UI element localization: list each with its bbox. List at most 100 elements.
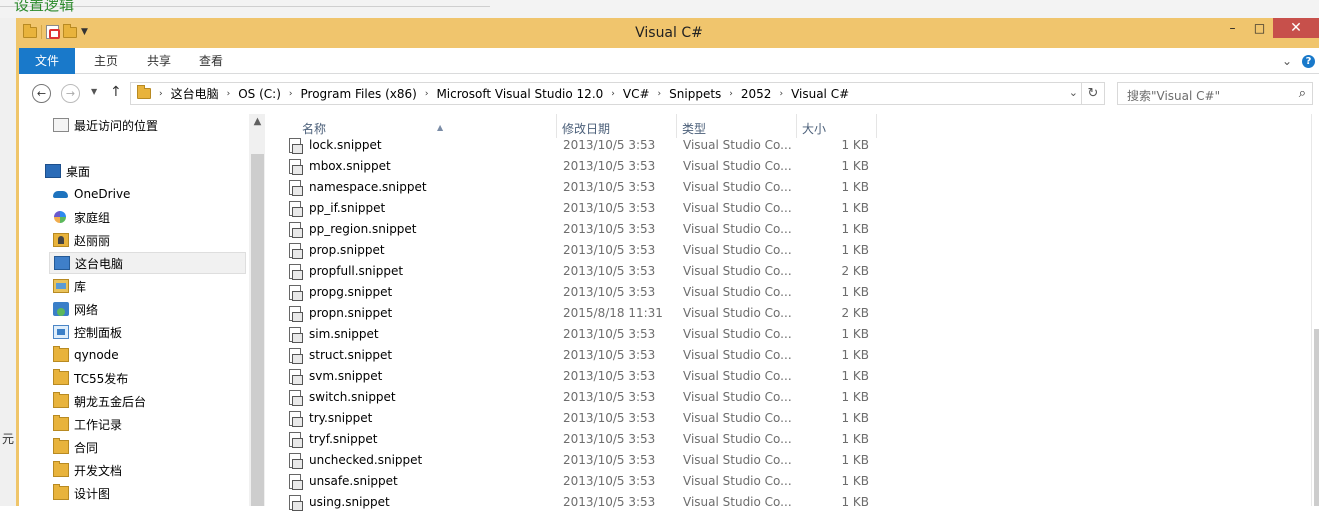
back-button[interactable]: ← bbox=[32, 84, 51, 103]
breadcrumb-separator-icon[interactable]: › bbox=[421, 89, 433, 99]
file-row[interactable]: svm.snippet 2013/10/5 3:53 Visual Studio C… bbox=[265, 366, 1311, 387]
nav-item-dev-docs[interactable]: 开发文档 bbox=[19, 459, 245, 481]
file-row[interactable]: propn.snippet 2015/8/18 11:31 Visual Studi… bbox=[265, 303, 1311, 324]
refresh-icon[interactable]: ↻ bbox=[1081, 83, 1104, 104]
nav-item-chaolong[interactable]: 朝龙五金后台 bbox=[19, 390, 245, 412]
nav-item-control-panel[interactable]: 控制面板 bbox=[19, 321, 245, 343]
nav-item-contracts[interactable]: 合同 bbox=[19, 436, 245, 458]
search-icon[interactable]: ⌕ bbox=[1299, 86, 1306, 101]
close-button[interactable]: ✕ bbox=[1273, 18, 1319, 38]
file-name[interactable]: propg.snippet bbox=[287, 282, 537, 303]
nav-item-homegroup[interactable]: 家庭组 bbox=[19, 206, 245, 228]
tab-file[interactable]: 文件 bbox=[19, 48, 75, 74]
file-name[interactable]: propfull.snippet bbox=[287, 261, 537, 282]
search-input[interactable]: 搜索"Visual C#" ⌕ bbox=[1117, 82, 1313, 105]
breadcrumb-program-files[interactable]: Program Files (x86) bbox=[297, 87, 421, 101]
file-row[interactable]: tryf.snippet 2013/10/5 3:53 Visual Studio … bbox=[265, 429, 1311, 450]
file-size: 1 KB bbox=[841, 180, 869, 194]
file-row[interactable]: struct.snippet 2013/10/5 3:53 Visual Studi… bbox=[265, 345, 1311, 366]
address-dropdown-chevron-icon[interactable]: ⌄ bbox=[1069, 86, 1078, 99]
nav-item-designs[interactable]: 设计图 bbox=[19, 482, 245, 504]
file-row[interactable]: unchecked.snippet 2013/10/5 3:53 Visual St… bbox=[265, 450, 1311, 471]
file-row[interactable]: pp_region.snippet 2013/10/5 3:53 Visual St… bbox=[265, 219, 1311, 240]
scrollbar-thumb[interactable] bbox=[251, 154, 264, 506]
file-row[interactable]: switch.snippet 2013/10/5 3:53 Visual Studi… bbox=[265, 387, 1311, 408]
breadcrumb-separator-icon[interactable]: › bbox=[285, 89, 297, 99]
breadcrumb-2052[interactable]: 2052 bbox=[737, 87, 776, 101]
nav-item-work-log[interactable]: 工作记录 bbox=[19, 413, 245, 435]
file-name[interactable]: svm.snippet bbox=[287, 366, 537, 387]
forward-button[interactable]: → bbox=[61, 84, 80, 103]
file-row[interactable]: try.snippet 2013/10/5 3:53 Visual Studio C… bbox=[265, 408, 1311, 429]
file-size: 1 KB bbox=[841, 243, 869, 257]
file-size: 1 KB bbox=[841, 411, 869, 425]
title-bar[interactable]: ▼ Visual C# – □ ✕ bbox=[19, 18, 1319, 48]
recent-locations-chevron-icon[interactable]: ▼ bbox=[91, 87, 97, 96]
folder-icon bbox=[53, 484, 69, 500]
nav-item-tc55[interactable]: TC55发布 bbox=[19, 367, 245, 389]
nav-item-desktop[interactable]: 桌面 bbox=[19, 160, 245, 182]
file-name[interactable]: struct.snippet bbox=[287, 345, 537, 366]
file-row[interactable]: sim.snippet 2013/10/5 3:53 Visual Studio C… bbox=[265, 324, 1311, 345]
breadcrumb-separator-icon[interactable]: › bbox=[223, 89, 235, 99]
nav-item-user[interactable]: 赵丽丽 bbox=[19, 229, 245, 251]
tab-share[interactable]: 共享 bbox=[135, 48, 183, 74]
file-name[interactable]: mbox.snippet bbox=[287, 156, 537, 177]
nav-item-libraries[interactable]: 库 bbox=[19, 275, 245, 297]
nav-item-qynode[interactable]: qynode bbox=[19, 344, 245, 366]
file-name[interactable]: lock.snippet bbox=[287, 135, 537, 156]
file-name[interactable]: using.snippet bbox=[287, 492, 537, 513]
maximize-button[interactable]: □ bbox=[1246, 18, 1273, 38]
minimize-button[interactable]: – bbox=[1219, 18, 1246, 38]
tab-view[interactable]: 查看 bbox=[187, 48, 235, 74]
file-name[interactable]: unsafe.snippet bbox=[287, 471, 537, 492]
file-modified-date: 2013/10/5 3:53 bbox=[563, 243, 656, 257]
address-bar[interactable]: › 这台电脑 › OS (C:) › Program Files (x86) ›… bbox=[130, 82, 1105, 105]
up-arrow-button[interactable]: ↑ bbox=[110, 84, 122, 100]
file-name[interactable]: tryf.snippet bbox=[287, 429, 537, 450]
file-name[interactable]: pp_region.snippet bbox=[287, 219, 537, 240]
breadcrumb-separator-icon[interactable]: › bbox=[654, 89, 666, 99]
file-modified-date: 2013/10/5 3:53 bbox=[563, 495, 656, 509]
file-row[interactable]: mbox.snippet 2013/10/5 3:53 Visual Studio … bbox=[265, 156, 1311, 177]
help-icon[interactable]: ? bbox=[1302, 54, 1315, 68]
breadcrumb-separator-icon[interactable]: › bbox=[775, 89, 787, 99]
nav-item-recent-places[interactable]: 最近访问的位置 bbox=[19, 114, 245, 136]
breadcrumb-os-c[interactable]: OS (C:) bbox=[234, 87, 285, 101]
breadcrumb-visual-csharp[interactable]: Visual C# bbox=[787, 87, 853, 101]
file-row[interactable]: prop.snippet 2013/10/5 3:53 Visual Studio … bbox=[265, 240, 1311, 261]
breadcrumb-separator-icon[interactable]: › bbox=[725, 89, 737, 99]
scrollbar-thumb[interactable] bbox=[1314, 329, 1319, 506]
file-row[interactable]: propg.snippet 2013/10/5 3:53 Visual Studio… bbox=[265, 282, 1311, 303]
nav-item-onedrive[interactable]: OneDrive bbox=[19, 183, 245, 205]
breadcrumb-snippets[interactable]: Snippets bbox=[665, 87, 725, 101]
breadcrumb-separator-icon[interactable]: › bbox=[155, 89, 167, 99]
file-name[interactable]: sim.snippet bbox=[287, 324, 537, 345]
file-name[interactable]: prop.snippet bbox=[287, 240, 537, 261]
tab-home[interactable]: 主页 bbox=[81, 48, 131, 74]
navigation-pane-scrollbar[interactable]: ▲ bbox=[249, 114, 266, 506]
breadcrumb-this-pc[interactable]: 这台电脑 bbox=[167, 85, 223, 102]
scroll-up-arrow-icon[interactable]: ▲ bbox=[249, 116, 266, 127]
file-row[interactable]: unsafe.snippet 2013/10/5 3:53 Visual Studi… bbox=[265, 471, 1311, 492]
file-list-scrollbar[interactable] bbox=[1311, 114, 1319, 506]
breadcrumb-visual-studio[interactable]: Microsoft Visual Studio 12.0 bbox=[432, 87, 607, 101]
breadcrumb-separator-icon[interactable]: › bbox=[607, 89, 619, 99]
file-row[interactable]: pp_if.snippet 2013/10/5 3:53 Visual Studio… bbox=[265, 198, 1311, 219]
background-side-char: 元 bbox=[2, 432, 15, 446]
breadcrumb-vc[interactable]: VC# bbox=[619, 87, 654, 101]
file-row[interactable]: lock.snippet 2013/10/5 3:53 Visual Studio … bbox=[265, 135, 1311, 156]
file-name[interactable]: unchecked.snippet bbox=[287, 450, 537, 471]
file-name[interactable]: pp_if.snippet bbox=[287, 198, 537, 219]
file-row[interactable]: namespace.snippet 2013/10/5 3:53 Visual St… bbox=[265, 177, 1311, 198]
file-row[interactable]: propfull.snippet 2013/10/5 3:53 Visual Stu… bbox=[265, 261, 1311, 282]
expand-ribbon-chevron-icon[interactable]: ⌄ bbox=[1282, 54, 1292, 68]
file-name[interactable]: propn.snippet bbox=[287, 303, 537, 324]
file-name[interactable]: switch.snippet bbox=[287, 387, 537, 408]
file-name-text: unsafe.snippet bbox=[309, 474, 398, 488]
nav-item-this-pc[interactable]: 这台电脑 bbox=[49, 252, 246, 274]
file-name[interactable]: try.snippet bbox=[287, 408, 537, 429]
file-name[interactable]: namespace.snippet bbox=[287, 177, 537, 198]
file-row[interactable]: using.snippet 2013/10/5 3:53 Visual Studio… bbox=[265, 492, 1311, 513]
nav-item-network[interactable]: 网络 bbox=[19, 298, 245, 320]
